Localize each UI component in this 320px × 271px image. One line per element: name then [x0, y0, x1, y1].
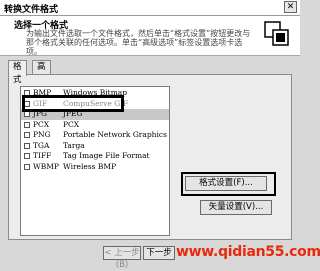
list-item[interactable]: WBMP Wireless BMP: [21, 162, 169, 173]
format-checkbox[interactable]: [24, 163, 30, 170]
list-item[interactable]: TIFF Tag Image File Format: [21, 151, 169, 162]
format-name: Portable Network Graphics: [63, 130, 167, 139]
list-item[interactable]: TGA Targa: [21, 141, 169, 152]
format-code: PCX: [33, 119, 50, 129]
format-name: Wireless BMP: [63, 161, 117, 171]
format-code: PNG: [33, 130, 51, 139]
page-description: 为输出文件选取一个文件格式，然后单击“格式设置”按钮更改与那个格式关联的任何选项…: [26, 29, 251, 56]
back-button[interactable]: < 上一步(B): [103, 246, 141, 270]
format-checkbox[interactable]: [24, 121, 30, 128]
format-checkbox[interactable]: [24, 142, 30, 149]
format-checkbox[interactable]: [24, 132, 30, 138]
wizard-header: 选择一个格式 为输出文件选取一个文件格式，然后单击“格式设置”按钮更改与那个格式…: [0, 16, 300, 56]
format-name: Tag Image File Format: [63, 151, 150, 160]
format-code: WBMP: [33, 161, 59, 171]
window-title: 转换文件格式: [4, 5, 59, 15]
format-code: TGA: [33, 140, 50, 150]
list-item[interactable]: PCX PCX: [21, 120, 169, 131]
convert-format-icon: [264, 21, 289, 46]
watermark-text: www.qidian55.com: [176, 244, 320, 260]
tab-format[interactable]: 格式: [8, 60, 27, 85]
format-name: Targa: [63, 140, 85, 150]
format-checkbox[interactable]: [24, 153, 30, 159]
close-icon[interactable]: ✕: [284, 1, 297, 13]
tab-advanced-options[interactable]: 高级选项: [32, 60, 51, 111]
next-button[interactable]: 下一步: [143, 246, 175, 260]
format-name: PCX: [63, 119, 80, 129]
vector-settings-button[interactable]: 矢量设置(V)...: [200, 200, 272, 215]
title-bar: 转换文件格式 ✕: [0, 0, 300, 16]
format-settings-button[interactable]: 格式设置(F)...: [185, 176, 267, 191]
list-item[interactable]: PNG Portable Network Graphics: [21, 130, 169, 141]
jpg-highlight-box: [22, 95, 124, 112]
format-code: TIFF: [33, 151, 52, 160]
